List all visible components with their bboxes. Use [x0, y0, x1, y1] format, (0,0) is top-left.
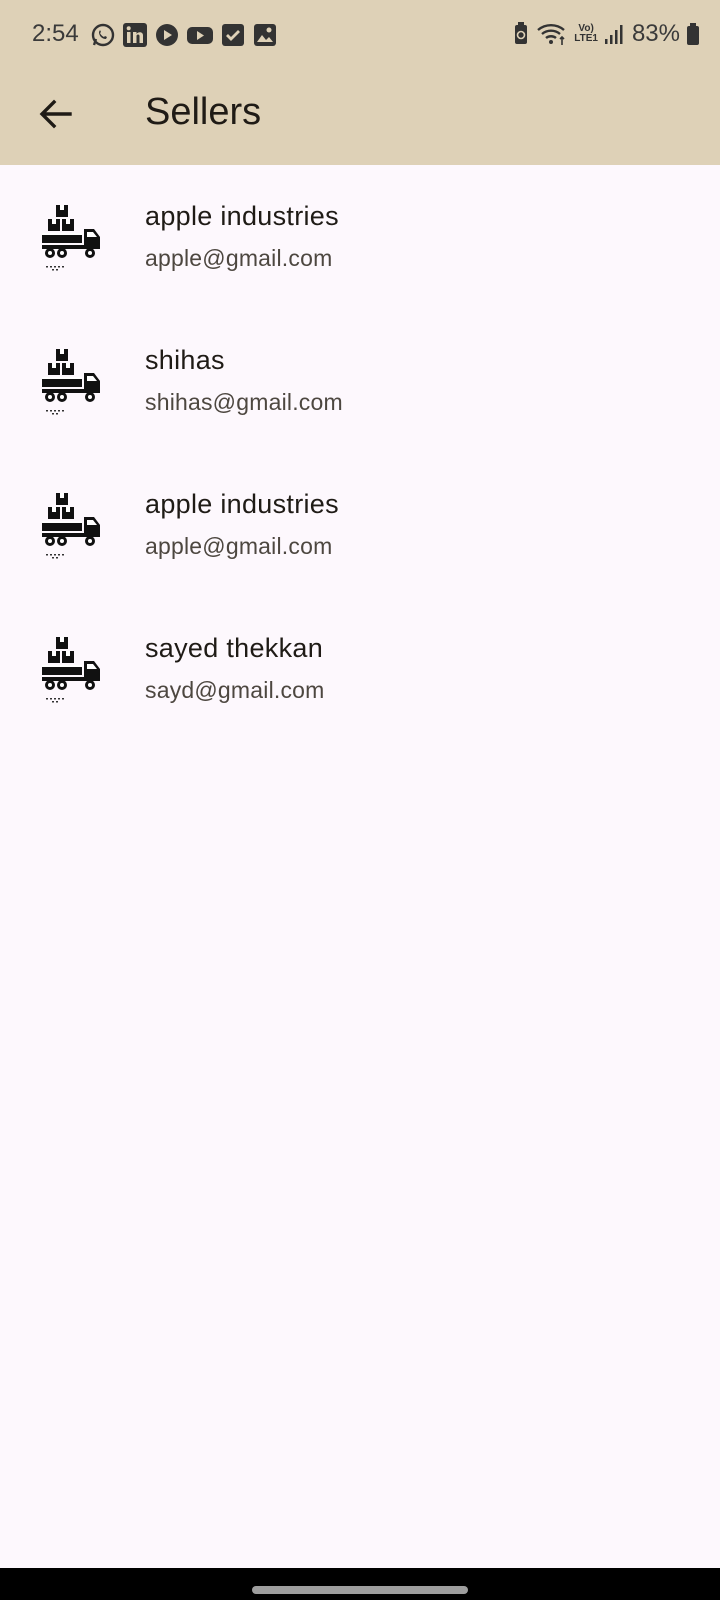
- back-button[interactable]: [28, 88, 84, 144]
- seller-email: apple@gmail.com: [145, 245, 333, 271]
- app-bar: Sellers: [0, 70, 720, 165]
- seller-email: apple@gmail.com: [145, 533, 333, 559]
- seller-email: sayd@gmail.com: [145, 677, 325, 703]
- play-icon: [154, 22, 180, 48]
- seller-list-item[interactable]: apple industries apple@gmail.com: [0, 453, 720, 597]
- delivery-truck-icon: [40, 491, 104, 561]
- navigation-bar: [0, 1568, 720, 1600]
- seller-name: sayed thekkan: [145, 633, 324, 663]
- seller-email: shihas@gmail.com: [145, 389, 343, 415]
- check-icon: [220, 22, 246, 48]
- battery-icon: [686, 21, 700, 47]
- delivery-truck-icon: [40, 203, 104, 273]
- gallery-icon: [252, 22, 278, 48]
- page-title: Sellers: [145, 91, 262, 133]
- seller-name: shihas: [145, 345, 225, 375]
- system-icons: Vo) LTE1 83%: [512, 20, 700, 48]
- seller-name: apple industries: [145, 489, 339, 519]
- home-gesture-handle[interactable]: [252, 1586, 468, 1594]
- delivery-truck-icon: [40, 635, 104, 705]
- delivery-truck-icon: [40, 347, 104, 417]
- battery-percentage: 83%: [631, 20, 680, 47]
- battery-saver-icon: [512, 21, 530, 47]
- youtube-icon: [186, 22, 214, 48]
- notification-icons: [90, 22, 278, 48]
- arrow-back-icon: [37, 95, 75, 138]
- volte-icon: Vo) LTE1: [574, 23, 598, 44]
- wifi-icon: [536, 21, 568, 47]
- seller-name: apple industries: [145, 201, 339, 231]
- seller-list-item[interactable]: apple industries apple@gmail.com: [0, 165, 720, 309]
- seller-list-item[interactable]: sayed thekkan sayd@gmail.com: [0, 597, 720, 741]
- seller-list: apple industries apple@gmail.com shihas …: [0, 165, 720, 741]
- status-bar: 2:54 Vo) LTE1 83%: [0, 0, 720, 70]
- signal-icon: [604, 21, 624, 47]
- sellers-screen: 2:54 Vo) LTE1 83% Sellers apple industri…: [0, 0, 720, 1600]
- seller-list-item[interactable]: shihas shihas@gmail.com: [0, 309, 720, 453]
- status-time: 2:54: [32, 20, 79, 47]
- linkedin-icon: [122, 22, 148, 48]
- whatsapp-icon: [90, 22, 116, 48]
